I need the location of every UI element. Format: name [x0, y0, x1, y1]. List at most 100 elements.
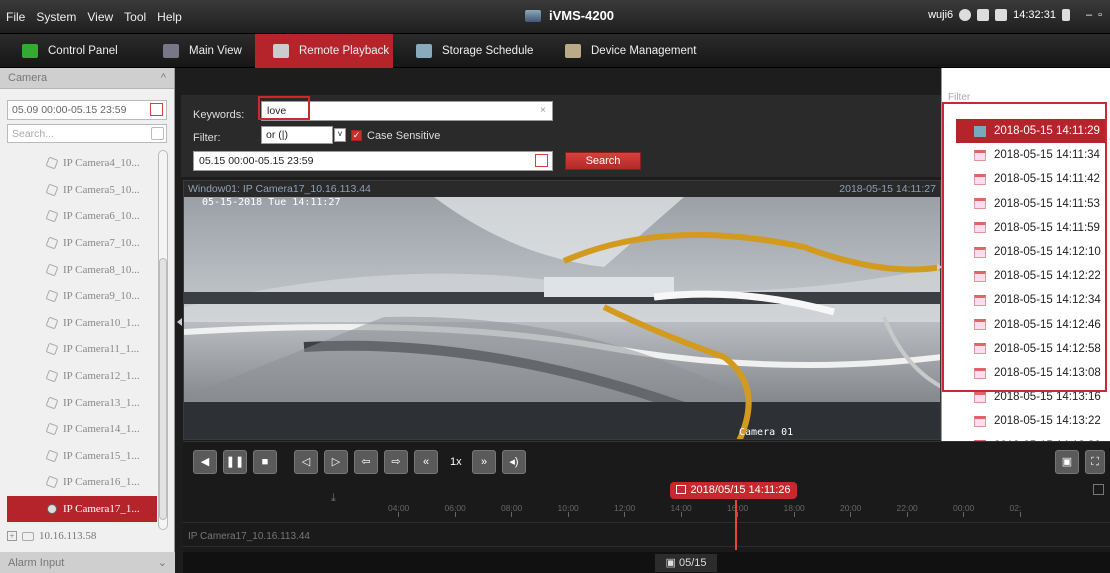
expand-icon[interactable]: +	[7, 531, 17, 541]
camera-item[interactable]: IP Camera16_1...	[7, 469, 157, 496]
camera-item[interactable]: IP Camera14_1...	[7, 416, 157, 443]
timeline-camera-row[interactable]: IP Camera17_10.16.113.44	[183, 522, 1110, 547]
title-bar: File System View Tool Help iVMS-4200 wuji6 1…	[0, 0, 1110, 34]
camera-item[interactable]: IP Camera9_10...	[7, 283, 157, 310]
storage-icon	[416, 44, 432, 58]
dropdown-arrow-icon[interactable]: v	[334, 128, 346, 142]
date-tab[interactable]: ▣ 05/15	[655, 554, 717, 572]
frame-forward-button[interactable]: ▷	[324, 450, 348, 474]
search-button[interactable]: Search	[565, 152, 641, 170]
stop-button[interactable]: ■	[253, 450, 277, 474]
camera-item-label: IP Camera14_1...	[63, 423, 140, 436]
menu-system[interactable]: System	[36, 10, 76, 24]
alarm-input-header[interactable]: Alarm Input ⌄	[0, 552, 175, 573]
capture-icon[interactable]: ▣	[1055, 450, 1079, 474]
menu-view[interactable]: View	[87, 10, 113, 24]
video-image	[184, 197, 940, 439]
restore-button[interactable]: ▫	[1098, 9, 1102, 21]
camera-list: IP Camera4_10... IP Camera5_10... IP Camer…	[7, 150, 157, 530]
menu-bar: File System View Tool Help	[6, 10, 182, 24]
camera-icon	[45, 449, 59, 463]
camera-item[interactable]: IP Camera13_1...	[7, 389, 157, 416]
user-name: wuji6	[928, 9, 954, 21]
video-window[interactable]: Window01: IP Camera17_10.16.113.44 2018-…	[183, 180, 941, 440]
camera-item[interactable]: IP Camera4_10...	[7, 150, 157, 177]
camera-icon	[45, 369, 59, 383]
timeline-playhead[interactable]	[735, 500, 737, 550]
camera-icon	[45, 476, 59, 489]
camera-icon	[45, 210, 59, 223]
camera-item-label: IP Camera10_1...	[63, 316, 140, 329]
timeline-tick-mark	[963, 512, 964, 517]
chevron-down-icon[interactable]: ⌄	[158, 556, 167, 569]
camera-item-label: IP Camera15_1...	[63, 449, 140, 462]
search-form: Keywords: love × Filter: or (|) v ✓ Case…	[181, 95, 941, 177]
tab-main-view[interactable]: Main View	[163, 34, 248, 68]
video-window-label: Window01: IP Camera17_10.16.113.44	[188, 183, 371, 195]
timeline-zoom-icon[interactable]	[1093, 484, 1104, 495]
minimize-button[interactable]: –	[1086, 9, 1092, 21]
camera-item[interactable]: IP Camera11_1...	[7, 336, 157, 363]
search-date-range[interactable]: 05.15 00:00-05.15 23:59	[193, 151, 553, 171]
camera-item[interactable]: IP Camera17_1...	[7, 495, 157, 523]
timeline-tick-mark	[680, 512, 682, 517]
camera-item-label: IP Camera9_10...	[63, 290, 140, 303]
globe-icon[interactable]	[959, 9, 972, 21]
camera-panel: Camera ^ 05.09 00:00-05.15 23:59 Search.…	[0, 68, 175, 573]
video-header: Window01: IP Camera17_10.16.113.44 2018-…	[184, 181, 940, 197]
camera-icon	[45, 289, 59, 303]
skip-forward-button[interactable]: ⇨	[384, 450, 408, 474]
skip-back-button[interactable]: ⇦	[354, 450, 378, 474]
timeline-tick-mark	[567, 512, 569, 517]
timeline-tick-mark	[737, 512, 738, 517]
frame-back-button[interactable]: ◁	[294, 450, 318, 474]
download-icon[interactable]: ⤓	[331, 492, 336, 505]
timeline[interactable]: 2018/05/15 14:11:26 ⤓ 04:00 06:00 08:00 10:…	[183, 482, 1110, 552]
result-item[interactable]: 2018-05-15 14:13:22	[942, 409, 1110, 433]
camera-item[interactable]: IP Camera8_10...	[7, 256, 157, 283]
camera-item[interactable]: IP Camera5_10...	[7, 177, 157, 204]
clear-icon[interactable]: ×	[540, 104, 546, 116]
camera-item[interactable]: IP Camera15_1...	[7, 443, 157, 470]
keywords-highlight-frame	[258, 96, 310, 120]
network-node[interactable]: + 10.16.113.58	[7, 530, 96, 542]
camera-date-range[interactable]: 05.09 00:00-05.15 23:59	[7, 100, 167, 120]
tab-storage-schedule[interactable]: Storage Schedule	[416, 34, 541, 68]
menu-tool[interactable]: Tool	[124, 10, 146, 24]
camera-item[interactable]: IP Camera18_1...	[7, 522, 157, 530]
play-reverse-button[interactable]: ◀	[193, 450, 217, 474]
camera-search-input[interactable]: Search...	[7, 124, 167, 143]
camera-panel-header[interactable]: Camera ^	[0, 68, 174, 89]
camera-item[interactable]: IP Camera7_10...	[7, 230, 157, 257]
camera-item[interactable]: IP Camera12_1...	[7, 363, 157, 390]
lock-icon[interactable]	[1061, 9, 1070, 21]
filter-select[interactable]: or (|) v	[261, 126, 346, 144]
collapse-up-icon[interactable]: ^	[161, 72, 166, 84]
panel-collapse-arrow[interactable]	[177, 318, 182, 326]
camera-item[interactable]: IP Camera10_1...	[7, 310, 157, 337]
menu-file[interactable]: File	[6, 10, 25, 24]
camera-icon	[45, 396, 59, 410]
scrollbar-thumb[interactable]	[159, 258, 167, 520]
case-sensitive-checkbox[interactable]: ✓	[351, 130, 362, 141]
menu-help[interactable]: Help	[157, 10, 182, 24]
camera-item[interactable]: IP Camera6_10...	[7, 203, 157, 230]
calendar-icon[interactable]	[535, 154, 548, 167]
folder-icon	[22, 531, 34, 541]
speed-up-button[interactable]: »	[472, 450, 496, 474]
timeline-tick-mark	[1019, 512, 1021, 517]
search-icon[interactable]	[151, 127, 164, 140]
video-frame: 05-15-2018 Tue 14:11:27 Camera 01	[184, 197, 940, 439]
slow-down-button[interactable]: «	[414, 450, 438, 474]
volume-button[interactable]: ◂)	[502, 450, 526, 474]
timeline-tick-mark	[906, 512, 908, 517]
calendar-icon[interactable]	[150, 103, 163, 116]
pause-button[interactable]: ❚❚	[223, 450, 247, 474]
tab-remote-playback[interactable]: Remote Playback	[255, 34, 393, 68]
disk-icon[interactable]	[995, 9, 1008, 21]
fullscreen-icon[interactable]: ⛶	[1085, 450, 1105, 474]
keyboard-icon[interactable]	[977, 9, 990, 21]
tab-control-panel[interactable]: Control Panel	[0, 34, 175, 68]
panel-expand-arrow[interactable]	[937, 263, 942, 271]
tab-device-management[interactable]: Device Management	[565, 34, 710, 68]
